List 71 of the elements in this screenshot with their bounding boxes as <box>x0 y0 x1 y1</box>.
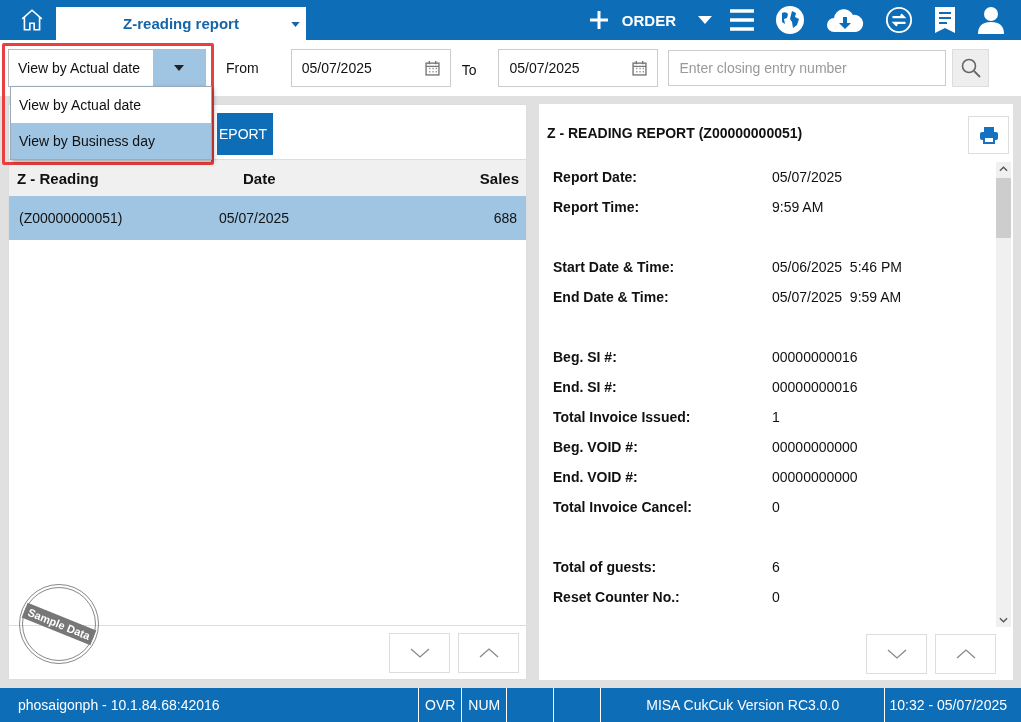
field-value: 00000000000 <box>772 439 858 455</box>
field-label: Total Invoice Issued: <box>553 409 692 425</box>
to-label: To <box>461 61 477 78</box>
from-label: From <box>226 60 259 76</box>
chevron-up-icon <box>478 647 499 658</box>
scrollbar[interactable] <box>996 162 1011 627</box>
report-title: Z - READING REPORT (Z00000000051) <box>547 125 803 141</box>
field-label: Total of guests: <box>553 559 658 575</box>
caret-icon[interactable] <box>174 65 184 71</box>
field-label: Reset Counter No.: <box>553 589 681 605</box>
field-label: End. VOID #: <box>553 469 639 485</box>
field-label: Report Date: <box>553 169 638 185</box>
user-icon[interactable] <box>977 6 1005 34</box>
table-row[interactable]: (Z00000000051) 05/07/2025 688 <box>9 196 526 240</box>
field-value: 0 <box>772 589 780 605</box>
field-value: 00000000016 <box>772 349 858 365</box>
search-field[interactable]: Enter closing entry number <box>668 50 947 86</box>
report-button[interactable]: EPORT <box>217 113 273 155</box>
receipt-icon[interactable] <box>934 6 956 34</box>
column-header: Sales <box>478 169 520 187</box>
view-mode-dropdown[interactable]: View by Actual date <box>8 49 206 87</box>
version-text: MISA CukCuk Version RC3.0.0 <box>601 688 886 722</box>
field-value: 1 <box>772 409 780 425</box>
report-tab[interactable]: Z-reading report <box>56 7 306 40</box>
order-button[interactable]: ORDER <box>588 10 676 30</box>
caret-icon[interactable] <box>698 16 712 24</box>
field-value: 05/07/2025 <box>772 169 843 185</box>
chevron-down-icon <box>886 648 907 659</box>
column-header: Date <box>242 169 277 187</box>
ovr-indicator: OVR <box>419 688 463 722</box>
field-label: Report Time: <box>553 199 641 215</box>
caret-icon[interactable] <box>291 22 300 27</box>
calendar-icon[interactable] <box>632 60 648 76</box>
dropdown-option[interactable]: View by Actual date <box>11 87 211 123</box>
home-icon[interactable] <box>19 7 45 33</box>
field-value: 6 <box>772 559 780 575</box>
field-value: 0 <box>772 499 780 515</box>
printer-icon <box>978 126 999 144</box>
to-date-field[interactable]: 05/07/2025 <box>498 49 659 87</box>
num-indicator: NUM <box>462 688 508 722</box>
column-header: Z - Reading <box>16 169 100 187</box>
calendar-icon[interactable] <box>424 60 440 76</box>
field-value: 9:59 AM <box>772 199 824 215</box>
from-date-field[interactable]: 05/07/2025 <box>290 49 451 87</box>
print-button[interactable] <box>968 116 1009 154</box>
table-cell-text: (Z00000000051) <box>18 210 124 226</box>
scrollbar-thumb[interactable] <box>996 178 1011 238</box>
field-value: 05/06/2025 5:46 PM <box>772 259 902 275</box>
search-icon <box>960 58 981 78</box>
field-label: Total Invoice Cancel: <box>553 499 693 515</box>
globe-icon[interactable] <box>775 5 805 35</box>
field-label: Start Date & Time: <box>553 259 676 275</box>
table-cell-text: 05/07/2025 <box>218 210 291 226</box>
date-time: 10:32 - 05/07/2025 <box>888 696 1008 715</box>
dropdown-option[interactable]: View by Business day <box>11 123 211 159</box>
plus-icon <box>588 10 609 30</box>
chevron-down-icon <box>409 647 430 658</box>
menu-icon[interactable] <box>730 9 754 31</box>
connection-status: phosaigonph - 10.1.84.68:42016 <box>0 688 419 722</box>
table-cell-text: 688 <box>492 210 518 226</box>
search-button[interactable] <box>952 49 990 87</box>
field-value: 00000000000 <box>772 469 858 485</box>
field-label: End. SI #: <box>553 379 618 395</box>
cloud-download-icon[interactable] <box>826 6 864 34</box>
field-label: End Date & Time: <box>553 289 670 305</box>
field-value: 05/07/2025 9:59 AM <box>772 289 902 305</box>
chevron-up-icon <box>955 648 976 659</box>
sync-icon[interactable] <box>885 6 913 34</box>
field-label: Beg. SI #: <box>553 349 618 365</box>
field-value: 00000000016 <box>772 379 858 395</box>
field-label: Beg. VOID #: <box>553 439 639 455</box>
